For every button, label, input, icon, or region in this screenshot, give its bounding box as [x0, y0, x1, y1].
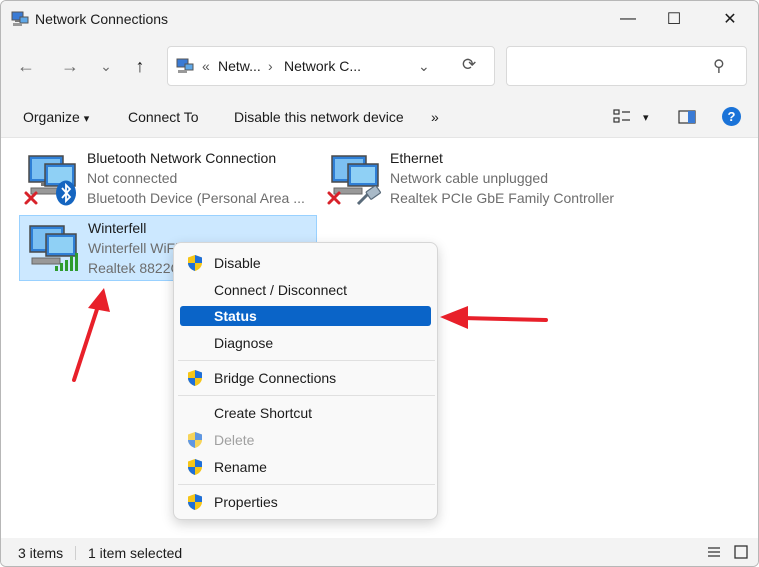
refresh-icon[interactable]: ⟳ [462, 55, 476, 75]
disconnected-x-icon [24, 191, 38, 205]
uac-shield-icon [188, 370, 202, 386]
menu-item-rename[interactable]: Rename [180, 457, 431, 477]
connection-status: Winterfell WiFi [88, 240, 179, 256]
connection-status: Not connected [87, 170, 178, 186]
uac-shield-icon [188, 459, 202, 475]
chevron-down-icon: ⌄ [100, 57, 112, 74]
menu-item-disable[interactable]: Disable [180, 253, 431, 273]
up-arrow-icon: ↑ [135, 55, 145, 76]
search-box[interactable]: ⚲ [506, 46, 747, 86]
connection-name: Winterfell [88, 220, 147, 236]
change-view-icon[interactable] [613, 109, 631, 125]
menu-separator [178, 395, 435, 396]
menu-item-properties[interactable]: Properties [180, 492, 431, 512]
menu-item-label: Create Shortcut [214, 405, 313, 421]
ethernet-cable-icon [356, 186, 381, 206]
preview-pane-icon[interactable] [678, 109, 696, 125]
more-commands-button[interactable]: » [431, 109, 439, 125]
large-icons-view-icon[interactable] [734, 545, 748, 559]
menu-item-label: Delete [214, 432, 255, 448]
organize-button[interactable]: Organize ▾ [23, 109, 89, 125]
menu-item-label: Connect / Disconnect [214, 282, 348, 298]
status-bar: 3 items 1 item selected [1, 538, 758, 566]
menu-separator [178, 484, 435, 485]
address-bar[interactable]: « Netw... › Network C... ⌄ ⟳ [167, 46, 495, 86]
menu-item-create-shortcut[interactable]: Create Shortcut [180, 403, 431, 423]
menu-item-delete: Delete [180, 430, 431, 450]
uac-shield-icon [188, 432, 202, 448]
organize-label: Organize [23, 109, 80, 125]
address-dropdown-icon[interactable]: ⌄ [418, 58, 430, 75]
menu-item-diagnose[interactable]: Diagnose [180, 333, 431, 353]
disable-device-button[interactable]: Disable this network device [234, 109, 404, 125]
forward-arrow-icon: → [61, 55, 79, 76]
recent-locations-button[interactable]: ⌄ [91, 51, 121, 81]
connection-device: Realtek 8822C [88, 260, 181, 276]
status-divider [75, 546, 76, 560]
context-menu: Disable Connect / Disconnect Status Diag… [173, 242, 438, 520]
forward-button[interactable]: → [55, 51, 85, 81]
organize-dropdown-icon: ▾ [83, 113, 90, 125]
search-icon[interactable]: ⚲ [713, 56, 725, 76]
minimize-button[interactable]: — [605, 1, 651, 37]
menu-item-label: Diagnose [214, 335, 274, 351]
menu-separator [178, 360, 435, 361]
wifi-signal-icon [55, 253, 78, 271]
back-arrow-icon: ← [17, 55, 35, 76]
back-button[interactable]: ← [11, 51, 41, 81]
disconnected-x-icon [327, 191, 341, 205]
menu-item-label: Properties [214, 494, 278, 510]
help-icon[interactable]: ? [722, 107, 741, 126]
menu-item-label: Bridge Connections [214, 370, 337, 386]
maximize-button[interactable]: ☐ [651, 1, 697, 37]
connection-name: Ethernet [390, 150, 443, 166]
close-button[interactable]: ✕ [707, 1, 753, 37]
menu-item-label: Status [214, 308, 257, 324]
window-title: Network Connections [35, 11, 169, 27]
menu-item-bridge-connections[interactable]: Bridge Connections [180, 368, 431, 388]
connection-device: Bluetooth Device (Personal Area ... [87, 190, 305, 206]
breadcrumb-separator-icon: › [268, 58, 273, 74]
item-count: 3 items [18, 545, 64, 561]
minimize-icon: — [620, 10, 636, 27]
breadcrumb-overflow-icon[interactable]: « [202, 58, 210, 74]
connection-item-bluetooth[interactable]: Bluetooth Network Connection Not connect… [19, 146, 317, 212]
menu-item-connect-disconnect[interactable]: Connect / Disconnect [180, 280, 431, 300]
close-icon: ✕ [723, 11, 737, 28]
menu-item-label: Disable [214, 255, 261, 271]
command-bar: Organize ▾ Connect To Disable this netwo… [1, 97, 758, 138]
view-options-dropdown-icon[interactable]: ▾ [643, 111, 649, 124]
maximize-icon: ☐ [666, 11, 682, 28]
uac-shield-icon [188, 494, 202, 510]
network-folder-icon [176, 58, 194, 73]
selection-count: 1 item selected [88, 545, 183, 561]
details-view-icon[interactable] [707, 545, 721, 559]
title-bar: Network Connections — ☐ ✕ [1, 1, 758, 37]
bluetooth-icon [56, 180, 76, 206]
breadcrumb-item[interactable]: Netw... [218, 58, 261, 74]
connection-item-ethernet[interactable]: Ethernet Network cable unplugged Realtek… [322, 146, 620, 212]
connection-name: Bluetooth Network Connection [87, 150, 277, 166]
navigation-bar: ← → ⌄ ↑ « Netw... › Network C... ⌄ ⟳ ⚲ [1, 37, 758, 97]
menu-item-label: Rename [214, 459, 267, 475]
up-button[interactable]: ↑ [125, 51, 155, 81]
network-connections-app-icon [11, 11, 29, 26]
connect-to-button[interactable]: Connect To [128, 109, 199, 125]
connection-device: Realtek PCIe GbE Family Controller [390, 190, 615, 206]
menu-item-status[interactable]: Status [180, 306, 431, 326]
breadcrumb-item[interactable]: Network C... [284, 58, 361, 74]
uac-shield-icon [188, 255, 202, 271]
search-input[interactable] [513, 55, 707, 77]
connection-status: Network cable unplugged [390, 170, 548, 186]
